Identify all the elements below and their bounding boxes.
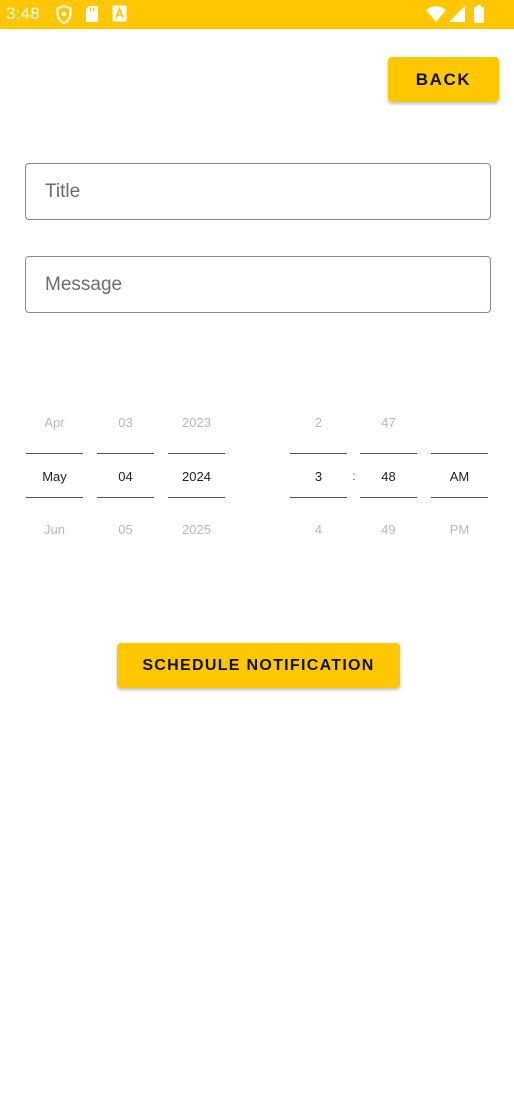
picker-divider xyxy=(168,497,225,498)
font-a-icon xyxy=(112,5,127,27)
picker-divider xyxy=(290,453,347,454)
message-field xyxy=(25,256,491,313)
picker-divider xyxy=(431,453,488,454)
year-prev[interactable]: 2023 xyxy=(168,415,225,430)
title-field xyxy=(25,163,491,220)
day-prev[interactable]: 03 xyxy=(97,415,154,430)
battery-icon xyxy=(474,5,484,28)
day-picker[interactable]: 03 04 05 xyxy=(97,405,154,550)
ampm-current[interactable]: AM xyxy=(431,469,488,484)
picker-divider xyxy=(360,497,417,498)
wifi-icon xyxy=(426,6,446,27)
month-next[interactable]: Jun xyxy=(26,522,83,537)
year-next[interactable]: 2025 xyxy=(168,522,225,537)
picker-divider xyxy=(360,453,417,454)
picker-divider xyxy=(97,453,154,454)
back-button[interactable]: BACK xyxy=(388,57,499,102)
picker-divider xyxy=(26,453,83,454)
minute-prev[interactable]: 47 xyxy=(360,415,417,430)
hour-prev[interactable]: 2 xyxy=(290,415,347,430)
month-current[interactable]: May xyxy=(26,469,83,484)
minute-picker[interactable]: 47 48 49 xyxy=(360,405,417,550)
year-picker[interactable]: 2023 2024 2025 xyxy=(168,405,225,550)
hour-current[interactable]: 3 xyxy=(290,469,347,484)
status-bar: 3:48 xyxy=(0,0,514,29)
picker-divider xyxy=(97,497,154,498)
minute-next[interactable]: 49 xyxy=(360,522,417,537)
ampm-picker[interactable]: AM PM xyxy=(431,405,488,550)
sd-card-icon xyxy=(85,5,99,28)
day-next[interactable]: 05 xyxy=(97,522,154,537)
hour-picker[interactable]: 2 3 4 xyxy=(290,405,347,550)
schedule-notification-button[interactable]: SCHEDULE NOTIFICATION xyxy=(117,643,400,688)
month-picker[interactable]: Apr May Jun xyxy=(26,405,83,550)
ampm-next[interactable]: PM xyxy=(431,522,488,537)
time-separator: : xyxy=(352,469,356,483)
picker-divider xyxy=(168,453,225,454)
year-current[interactable]: 2024 xyxy=(168,469,225,484)
message-input[interactable] xyxy=(26,257,490,312)
status-time: 3:48 xyxy=(6,4,40,23)
hour-next[interactable]: 4 xyxy=(290,522,347,537)
day-current[interactable]: 04 xyxy=(97,469,154,484)
title-input[interactable] xyxy=(26,164,490,219)
picker-divider xyxy=(26,497,83,498)
minute-current[interactable]: 48 xyxy=(360,469,417,484)
picker-divider xyxy=(290,497,347,498)
cellular-signal-icon xyxy=(449,6,465,27)
shield-icon xyxy=(56,4,72,29)
month-prev[interactable]: Apr xyxy=(26,415,83,430)
picker-divider xyxy=(431,497,488,498)
